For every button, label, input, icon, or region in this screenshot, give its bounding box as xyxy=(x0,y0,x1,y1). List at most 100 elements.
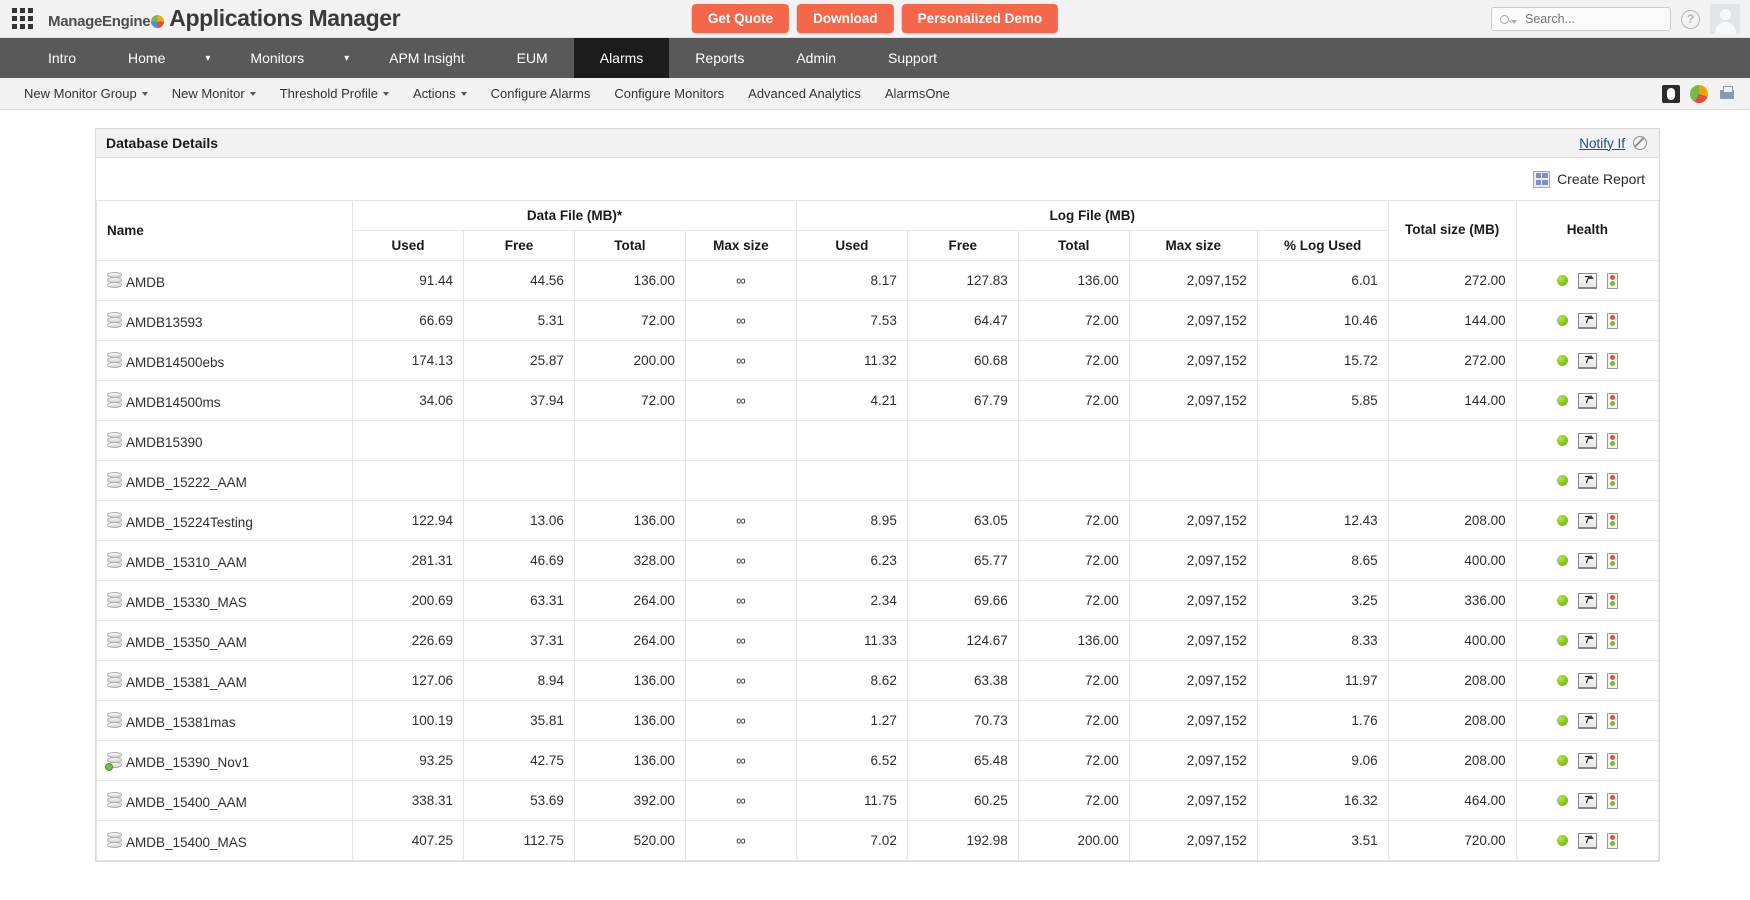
nav-item-intro[interactable]: Intro xyxy=(22,38,102,78)
seven-day-history-icon[interactable]: 7 xyxy=(1578,593,1597,609)
table-row[interactable]: AMDB_15350_AAM226.6937.31264.00∞11.33124… xyxy=(97,621,1659,661)
nav-item-monitors[interactable]: Monitors xyxy=(224,38,330,78)
seven-day-history-icon[interactable]: 7 xyxy=(1578,473,1597,489)
seven-day-history-icon[interactable]: 7 xyxy=(1578,353,1597,369)
help-icon[interactable]: ? xyxy=(1681,10,1700,29)
traffic-light-icon[interactable] xyxy=(1607,673,1618,689)
table-row[interactable]: AMDB15390 7 xyxy=(97,421,1659,461)
nav-monitors-chevron-down-icon[interactable]: ▾ xyxy=(330,38,363,78)
subnav-threshold-profile[interactable]: Threshold Profile xyxy=(268,86,401,101)
table-row[interactable]: AMDB_15390_Nov193.2542.75136.00∞6.5265.4… xyxy=(97,741,1659,781)
traffic-light-icon[interactable] xyxy=(1607,793,1618,809)
traffic-light-icon[interactable] xyxy=(1607,353,1618,369)
table-row[interactable]: AMDB14500ebs174.1325.87200.00∞11.3260.68… xyxy=(97,341,1659,381)
cell-database-name[interactable]: AMDB_15381_AAM xyxy=(97,661,353,701)
table-row[interactable]: AMDB_15224Testing122.9413.06136.00∞8.956… xyxy=(97,501,1659,541)
get-quote-button[interactable]: Get Quote xyxy=(692,4,789,33)
nav-home-chevron-down-icon[interactable]: ▾ xyxy=(191,38,224,78)
cell-database-name[interactable]: AMDB_15310_AAM xyxy=(97,541,353,581)
seven-day-history-icon[interactable]: 7 xyxy=(1578,633,1597,649)
th-data-total[interactable]: Total xyxy=(574,231,685,261)
subnav-advanced-analytics[interactable]: Advanced Analytics xyxy=(736,86,873,101)
seven-day-history-icon[interactable]: 7 xyxy=(1578,433,1597,449)
th-health[interactable]: Health xyxy=(1516,201,1658,261)
cell-database-name[interactable]: AMDB15390 xyxy=(97,421,353,461)
subnav-new-monitor-group[interactable]: New Monitor Group xyxy=(12,86,160,101)
nav-item-alarms[interactable]: Alarms xyxy=(574,38,670,78)
traffic-light-icon[interactable] xyxy=(1607,473,1618,489)
table-row[interactable]: AMDB1359366.695.3172.00∞7.5364.4772.002,… xyxy=(97,301,1659,341)
nav-item-admin[interactable]: Admin xyxy=(770,38,862,78)
cell-database-name[interactable]: AMDB_15222_AAM xyxy=(97,461,353,501)
traffic-light-icon[interactable] xyxy=(1607,393,1618,409)
pie-chart-icon[interactable] xyxy=(1690,85,1708,103)
table-row[interactable]: AMDB_15222_AAM 7 xyxy=(97,461,1659,501)
th-log-pct-used[interactable]: % Log Used xyxy=(1257,231,1388,261)
table-row[interactable]: AMDB_15310_AAM281.3146.69328.00∞6.2365.7… xyxy=(97,541,1659,581)
traffic-light-icon[interactable] xyxy=(1607,273,1618,289)
subnav-configure-monitors[interactable]: Configure Monitors xyxy=(602,86,736,101)
cell-database-name[interactable]: AMDB13593 xyxy=(97,301,353,341)
table-row[interactable]: AMDB_15400_MAS407.25112.75520.00∞7.02192… xyxy=(97,821,1659,861)
traffic-light-icon[interactable] xyxy=(1607,553,1618,569)
seven-day-history-icon[interactable]: 7 xyxy=(1578,713,1597,729)
table-row[interactable]: AMDB_15330_MAS200.6963.31264.00∞2.3469.6… xyxy=(97,581,1659,621)
cell-database-name[interactable]: AMDB xyxy=(97,261,353,301)
search-input[interactable] xyxy=(1523,11,1662,27)
user-avatar[interactable] xyxy=(1710,4,1740,34)
cell-database-name[interactable]: AMDB14500ebs xyxy=(97,341,353,381)
seven-day-history-icon[interactable]: 7 xyxy=(1578,393,1597,409)
notify-if-link[interactable]: Notify If xyxy=(1579,136,1625,151)
subnav-new-monitor[interactable]: New Monitor xyxy=(160,86,268,101)
th-log-max-size[interactable]: Max size xyxy=(1129,231,1257,261)
cell-database-name[interactable]: AMDB_15400_AAM xyxy=(97,781,353,821)
table-row[interactable]: AMDB91.4444.56136.00∞8.17127.83136.002,0… xyxy=(97,261,1659,301)
traffic-light-icon[interactable] xyxy=(1607,833,1618,849)
cell-database-name[interactable]: AMDB14500ms xyxy=(97,381,353,421)
table-row[interactable]: AMDB_15400_AAM338.3153.69392.00∞11.7560.… xyxy=(97,781,1659,821)
traffic-light-icon[interactable] xyxy=(1607,713,1618,729)
cell-database-name[interactable]: AMDB_15350_AAM xyxy=(97,621,353,661)
print-icon[interactable] xyxy=(1718,85,1736,103)
traffic-light-icon[interactable] xyxy=(1607,313,1618,329)
subnav-actions[interactable]: Actions xyxy=(401,86,479,101)
app-launcher-grid-icon[interactable] xyxy=(12,8,34,30)
th-total-size[interactable]: Total size (MB) xyxy=(1388,201,1516,261)
create-report-button[interactable]: Create Report xyxy=(1557,171,1645,187)
seven-day-history-icon[interactable]: 7 xyxy=(1578,833,1597,849)
download-button[interactable]: Download xyxy=(797,4,894,33)
traffic-light-icon[interactable] xyxy=(1607,633,1618,649)
table-row[interactable]: AMDB_15381_AAM127.068.94136.00∞8.6263.38… xyxy=(97,661,1659,701)
table-row[interactable]: AMDB_15381mas100.1935.81136.00∞1.2770.73… xyxy=(97,701,1659,741)
th-log-used[interactable]: Used xyxy=(796,231,907,261)
seven-day-history-icon[interactable]: 7 xyxy=(1578,753,1597,769)
nav-item-reports[interactable]: Reports xyxy=(669,38,770,78)
search-box[interactable] xyxy=(1491,7,1671,31)
th-data-max-size[interactable]: Max size xyxy=(685,231,796,261)
cell-database-name[interactable]: AMDB_15390_Nov1 xyxy=(97,741,353,781)
traffic-light-icon[interactable] xyxy=(1607,753,1618,769)
disable-notification-icon[interactable] xyxy=(1633,136,1647,150)
subnav-alarmsone[interactable]: AlarmsOne xyxy=(873,86,962,101)
seven-day-history-icon[interactable]: 7 xyxy=(1578,673,1597,689)
nav-item-apm-insight[interactable]: APM Insight xyxy=(363,38,490,78)
cell-database-name[interactable]: AMDB_15224Testing xyxy=(97,501,353,541)
th-data-used[interactable]: Used xyxy=(353,231,464,261)
traffic-light-icon[interactable] xyxy=(1607,433,1618,449)
cell-database-name[interactable]: AMDB_15381mas xyxy=(97,701,353,741)
subnav-configure-alarms[interactable]: Configure Alarms xyxy=(479,86,603,101)
traffic-light-icon[interactable] xyxy=(1607,513,1618,529)
th-data-free[interactable]: Free xyxy=(464,231,575,261)
traffic-light-icon[interactable] xyxy=(1607,593,1618,609)
seven-day-history-icon[interactable]: 7 xyxy=(1578,553,1597,569)
th-log-free[interactable]: Free xyxy=(907,231,1018,261)
nav-item-support[interactable]: Support xyxy=(862,38,963,78)
nav-item-home[interactable]: Home xyxy=(102,38,191,78)
table-row[interactable]: AMDB14500ms34.0637.9472.00∞4.2167.7972.0… xyxy=(97,381,1659,421)
th-name[interactable]: Name xyxy=(97,201,353,261)
seven-day-history-icon[interactable]: 7 xyxy=(1578,273,1597,289)
th-log-total[interactable]: Total xyxy=(1018,231,1129,261)
seven-day-history-icon[interactable]: 7 xyxy=(1578,313,1597,329)
seven-day-history-icon[interactable]: 7 xyxy=(1578,793,1597,809)
cell-database-name[interactable]: AMDB_15330_MAS xyxy=(97,581,353,621)
